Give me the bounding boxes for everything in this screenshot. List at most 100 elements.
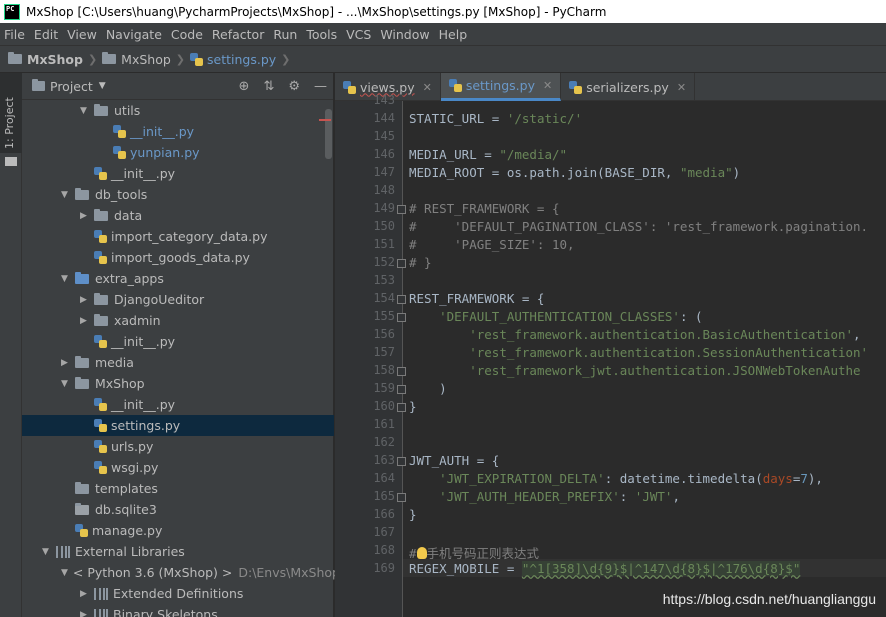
library-icon [56,545,70,558]
tree-item[interactable]: db.sqlite3 [22,499,334,520]
breadcrumb: MxShop ❯ MxShop ❯ settings.py ❯ [0,45,886,73]
folder-icon [102,52,117,64]
expand-arrow-icon[interactable]: ▼ [61,190,75,200]
tree-item[interactable]: ▶ media [22,352,334,373]
tab-label: settings.py [465,78,535,93]
expand-arrow-icon[interactable]: ▼ [61,568,68,578]
tree-item[interactable]: ▼ db_tools [22,184,334,205]
breadcrumb-project[interactable]: MxShop [8,52,83,67]
tree-item[interactable]: ▶ xadmin [22,310,334,331]
expand-arrow-icon[interactable]: ▼ [42,547,56,557]
tree-item[interactable]: ▼ External Libraries [22,541,334,562]
tree-item[interactable]: manage.py [22,520,334,541]
fold-marker-icon[interactable] [397,385,406,394]
line-number: 150 [373,219,395,233]
tab-serializers-py[interactable]: serializers.py ✕ [561,73,696,101]
locate-icon[interactable]: ⊕ [239,79,250,94]
fold-marker-icon[interactable] [397,313,406,322]
tree-item[interactable]: templates [22,478,334,499]
python-file-icon [75,524,88,537]
menu-navigate[interactable]: Navigate [106,27,162,42]
pycharm-logo-icon: PC [4,3,20,20]
tab-settings-py[interactable]: settings.py ✕ [440,73,562,101]
menu-window[interactable]: Window [380,27,429,42]
folder-icon [94,208,108,221]
scrollbar[interactable] [325,109,332,159]
tree-item-label: templates [95,481,158,496]
fold-marker-icon[interactable] [397,205,406,214]
tree-item-label: media [95,355,134,370]
python-file-icon [94,335,107,348]
breadcrumb-package[interactable]: MxShop [102,52,171,67]
tree-item[interactable]: __init__.py [22,121,334,142]
tree-item[interactable]: __init__.py [22,163,334,184]
tree-item[interactable]: ▼ MxShop [22,373,334,394]
dropdown-icon[interactable]: ▼ [99,81,106,91]
tree-item[interactable]: ▶ DjangoUeditor [22,289,334,310]
chevron-right-icon: ❯ [281,52,291,66]
menu-tools[interactable]: Tools [306,27,337,42]
menu-code[interactable]: Code [171,27,203,42]
python-file-icon [94,251,107,264]
collapse-arrow-icon[interactable]: ▶ [80,316,94,326]
tree-item[interactable]: __init__.py [22,394,334,415]
fold-marker-icon[interactable] [397,259,406,268]
tree-item-label: db.sqlite3 [95,502,157,517]
fold-marker-icon[interactable] [397,457,406,466]
menu-vcs[interactable]: VCS [346,27,371,42]
menu-refactor[interactable]: Refactor [212,27,264,42]
breadcrumb-file[interactable]: settings.py [190,52,276,67]
collapse-arrow-icon[interactable]: ▶ [80,295,94,305]
breadcrumb-project-label: MxShop [27,51,83,67]
gear-icon[interactable]: ⚙ [288,79,300,94]
project-tool-tab[interactable]: 1: Project [0,73,22,166]
tree-item[interactable]: ▶ Binary Skeletons [22,604,334,617]
python-file-icon [94,167,107,180]
python-file-icon [94,419,107,432]
python-file-icon [569,80,583,94]
line-number: 163 [373,453,395,467]
close-icon[interactable]: ✕ [423,81,432,94]
menu-edit[interactable]: Edit [34,27,58,42]
collapse-arrow-icon[interactable]: ▶ [80,610,94,617]
menu-view[interactable]: View [67,27,97,42]
collapse-all-icon[interactable]: ⇅ [263,79,274,94]
tree-item[interactable]: ▼ extra_apps [22,268,334,289]
tree-item[interactable]: yunpian.py [22,142,334,163]
fold-marker-icon[interactable] [397,367,406,376]
code-line: REST_FRAMEWORK = { [409,291,545,306]
menu-file[interactable]: File [4,27,25,42]
code-line: MEDIA_ROOT = os.path.join(BASE_DIR, "med… [409,165,741,180]
tree-item[interactable]: ▼ utils [22,100,334,121]
tree-item[interactable]: settings.py [22,415,334,436]
menu-help[interactable]: Help [439,27,468,42]
chevron-right-icon: ❯ [87,52,98,66]
window-title: MxShop [C:\Users\huang\PycharmProjects\M… [26,4,607,19]
close-icon[interactable]: ✕ [677,81,686,94]
expand-arrow-icon[interactable]: ▼ [80,106,94,116]
folder-icon [32,79,45,91]
close-icon[interactable]: ✕ [543,79,552,92]
error-marker [319,119,331,121]
tree-item[interactable]: ▶ data [22,205,334,226]
tree-item[interactable]: import_goods_data.py [22,247,334,268]
collapse-arrow-icon[interactable]: ▶ [61,358,75,368]
line-number: 166 [373,507,395,521]
hide-icon[interactable]: — [314,79,327,94]
lightbulb-icon[interactable] [416,547,427,559]
fold-marker-icon[interactable] [397,403,406,412]
tree-item[interactable]: ▼ < Python 3.6 (MxShop) > D:\Envs\MxShop\S [22,562,352,583]
fold-marker-icon[interactable] [397,493,406,502]
tree-item[interactable]: ▶ Extended Definitions [22,583,334,604]
expand-arrow-icon[interactable]: ▼ [61,274,75,284]
collapse-arrow-icon[interactable]: ▶ [80,589,94,599]
fold-marker-icon[interactable] [397,295,406,304]
tree-item[interactable]: urls.py [22,436,334,457]
tree-item[interactable]: import_category_data.py [22,226,334,247]
menu-run[interactable]: Run [273,27,297,42]
collapse-arrow-icon[interactable]: ▶ [80,211,94,221]
project-view-selector[interactable]: Project [50,79,93,94]
expand-arrow-icon[interactable]: ▼ [61,379,75,389]
tree-item[interactable]: wsgi.py [22,457,334,478]
tree-item[interactable]: __init__.py [22,331,334,352]
